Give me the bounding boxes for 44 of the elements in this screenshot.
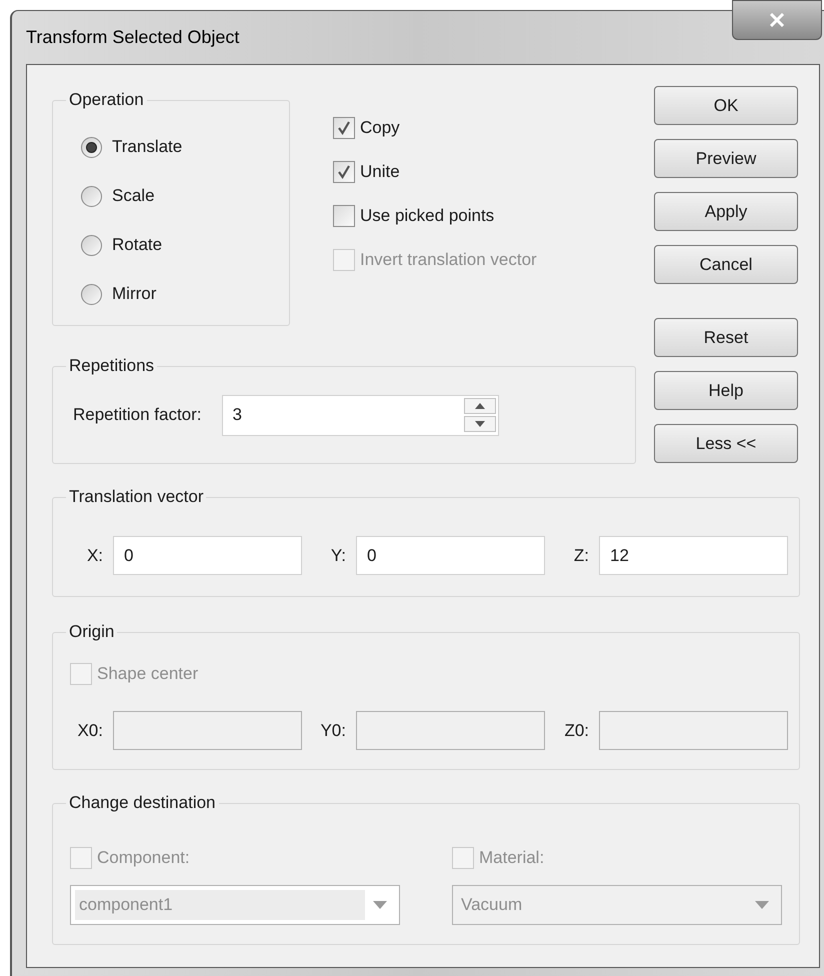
dialog-button[interactable]: Reset [654,318,798,357]
checkbox-label: Component: [97,847,190,870]
checkmark-icon [337,165,351,179]
close-button[interactable] [732,0,822,40]
field-label: Z0: [563,720,590,742]
dialog-button[interactable]: OK [654,86,798,125]
field-label: X: [86,544,104,567]
dialog-button[interactable]: Help [654,371,798,410]
radio-label: Rotate [112,234,162,256]
field-label: Repetition factor: [73,404,202,426]
radio-label: Scale [112,185,155,208]
radio-button[interactable] [81,234,102,256]
checkbox-label: Invert translation vector [360,249,537,272]
caret-icon [755,901,769,909]
input-field[interactable]: 0 [113,536,302,575]
window-title: Transform Selected Object [26,26,240,49]
checkbox-label: Shape center [97,663,198,686]
checkbox-label: Unite [360,161,400,184]
spin-field[interactable]: 3 [222,394,499,436]
radio-button[interactable] [81,186,102,206]
field-label: Y: [330,544,347,567]
checkbox[interactable] [333,117,355,139]
spin-arrows-icon[interactable] [464,398,496,432]
field-label: Y0: [319,720,347,742]
dialog-button[interactable]: Less << [654,424,798,463]
checkbox[interactable] [333,161,355,183]
close-icon [769,13,785,27]
field-label: X0: [76,720,104,742]
dialog-button[interactable]: Apply [654,192,798,231]
radio-button[interactable] [81,136,102,158]
caret-icon [373,901,387,909]
input-field[interactable]: 12 [599,536,788,575]
radio-label: Translate [112,136,182,158]
dialog-button[interactable]: Cancel [654,245,798,284]
input-field[interactable]: 0 [356,536,545,575]
checkbox-label: Material: [479,847,544,870]
checkmark-icon [337,121,351,135]
radio-label: Mirror [112,283,156,306]
radio-button[interactable] [81,284,102,304]
dialog-button[interactable]: Preview [654,139,798,178]
field-label: Z: [572,544,590,567]
checkbox[interactable] [333,205,355,227]
checkbox-label: Copy [360,117,400,140]
checkbox-label: Use picked points [360,205,494,228]
